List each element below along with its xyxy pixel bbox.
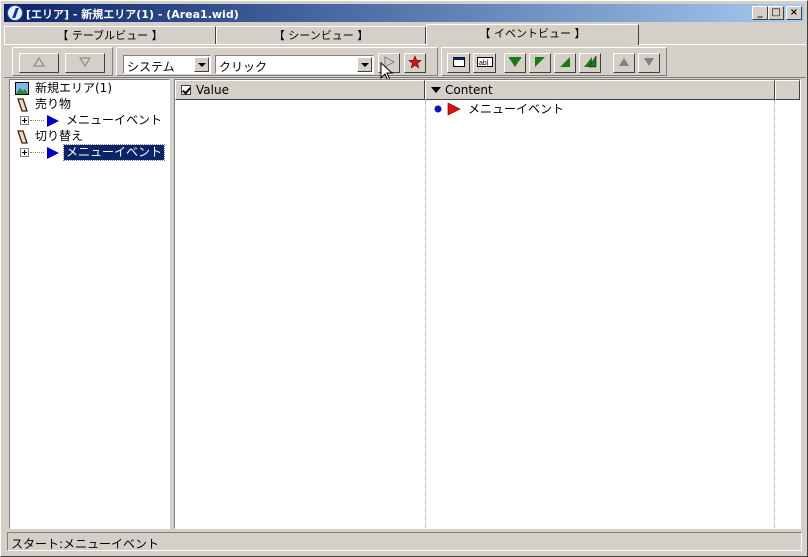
tree-node-label: メニューイベント [66, 113, 163, 127]
text-box-icon: ab| [476, 57, 493, 67]
toolbar: システム クリック ab| [4, 44, 806, 82]
item-icon [17, 98, 28, 112]
nav-group [12, 47, 113, 76]
svg-text:ab|: ab| [479, 60, 489, 67]
double-triangle-button[interactable] [579, 53, 601, 73]
status-text: スタート:メニューイベント [11, 537, 160, 551]
tree-node-label: メニューイベント [62, 144, 166, 161]
app-window: [エリア] - 新規エリア(1) - (Area1.wid) _ □ × 【 テ… [0, 0, 808, 557]
event-select-value: クリック [219, 60, 268, 74]
item-icon [17, 130, 28, 144]
flag-fill-button[interactable] [504, 53, 526, 73]
event-tree[interactable]: 新規エリア(1) 売り物 メニューイベント 切り替え メニューイベント [9, 79, 170, 529]
triangle-icon [560, 57, 570, 67]
move-down-icon [644, 58, 654, 66]
window-button[interactable] [447, 53, 470, 73]
tab-scene-view[interactable]: 【 シーンビュー 】 [216, 26, 426, 44]
text-box-button[interactable]: ab| [473, 53, 496, 73]
maximize-button[interactable]: □ [768, 6, 784, 20]
flag-icon [535, 57, 545, 67]
event-select[interactable]: クリック [215, 55, 374, 74]
tree-node-label: 売り物 [35, 97, 72, 111]
tree-node-area[interactable]: 新規エリア(1) [15, 81, 165, 97]
system-select[interactable]: システム [123, 55, 211, 74]
column-label: Content [445, 83, 493, 97]
app-icon[interactable] [7, 5, 23, 21]
red-arrow-icon [447, 102, 461, 116]
up-arrow-icon [33, 57, 45, 67]
minimize-button[interactable]: _ [752, 6, 768, 20]
column-divider [425, 100, 426, 528]
checkbox-icon[interactable] [181, 85, 191, 95]
tree-connector [30, 120, 44, 121]
expand-icon[interactable] [20, 148, 29, 157]
move-up-button[interactable] [613, 53, 635, 73]
column-header-content[interactable]: Content [425, 80, 775, 100]
flag-fill-icon [509, 57, 521, 67]
grid-cell-value[interactable] [177, 101, 423, 118]
triangle-button[interactable] [554, 53, 576, 73]
grid-cell-content[interactable]: メニューイベント [432, 101, 772, 118]
tree-node-label: 新規エリア(1) [35, 81, 112, 95]
expand-icon[interactable] [20, 116, 29, 125]
delete-star-icon [408, 55, 422, 69]
title-bar[interactable]: [エリア] - 新規エリア(1) - (Area1.wid) _ □ × [4, 4, 804, 22]
column-header-value[interactable]: Value [175, 80, 425, 100]
view-tabs: 【 テーブルビュー 】 【 シーンビュー 】 【 イベントビュー 】 [4, 24, 806, 45]
content-label: メニューイベント [468, 102, 565, 116]
double-triangle-icon [584, 55, 597, 68]
move-up-icon [619, 58, 629, 66]
up-arrow-button[interactable] [19, 53, 59, 73]
chevron-down-icon[interactable] [194, 57, 209, 72]
blue-arrow-icon [47, 147, 59, 159]
bullet-icon [434, 105, 442, 113]
tree-node-item[interactable]: 売り物 [15, 97, 165, 113]
tree-connector [30, 152, 44, 153]
down-arrow-icon [79, 57, 91, 67]
window-title: [エリア] - 新規エリア(1) - (Area1.wid) [26, 8, 239, 21]
system-select-value: システム [127, 60, 175, 74]
area-image-icon [15, 82, 29, 95]
tree-node-event-selected[interactable]: メニューイベント [15, 144, 166, 161]
blue-arrow-icon [47, 115, 59, 127]
flag-button[interactable] [529, 53, 551, 73]
window-icon [452, 57, 465, 67]
tab-event-view[interactable]: 【 イベントビュー 】 [426, 24, 639, 45]
sort-down-icon[interactable] [431, 87, 441, 93]
tree-node-item[interactable]: 切り替え [15, 129, 165, 145]
edit-tools-group: ab| [441, 47, 667, 76]
tree-node-event[interactable]: メニューイベント [15, 113, 165, 129]
tree-node-label: 切り替え [35, 129, 84, 143]
column-divider [774, 100, 775, 528]
move-down-button[interactable] [638, 53, 660, 73]
status-bar: スタート:メニューイベント [7, 532, 802, 551]
column-header-filler [775, 80, 800, 100]
column-label: Value [196, 83, 229, 97]
down-arrow-button[interactable] [65, 53, 105, 73]
delete-button[interactable] [404, 53, 426, 73]
chevron-down-icon[interactable] [357, 57, 372, 72]
event-grid[interactable]: Value Content メニューイベント [174, 79, 801, 529]
tab-table-view[interactable]: 【 テーブルビュー 】 [4, 26, 216, 44]
close-button[interactable]: × [786, 6, 802, 20]
